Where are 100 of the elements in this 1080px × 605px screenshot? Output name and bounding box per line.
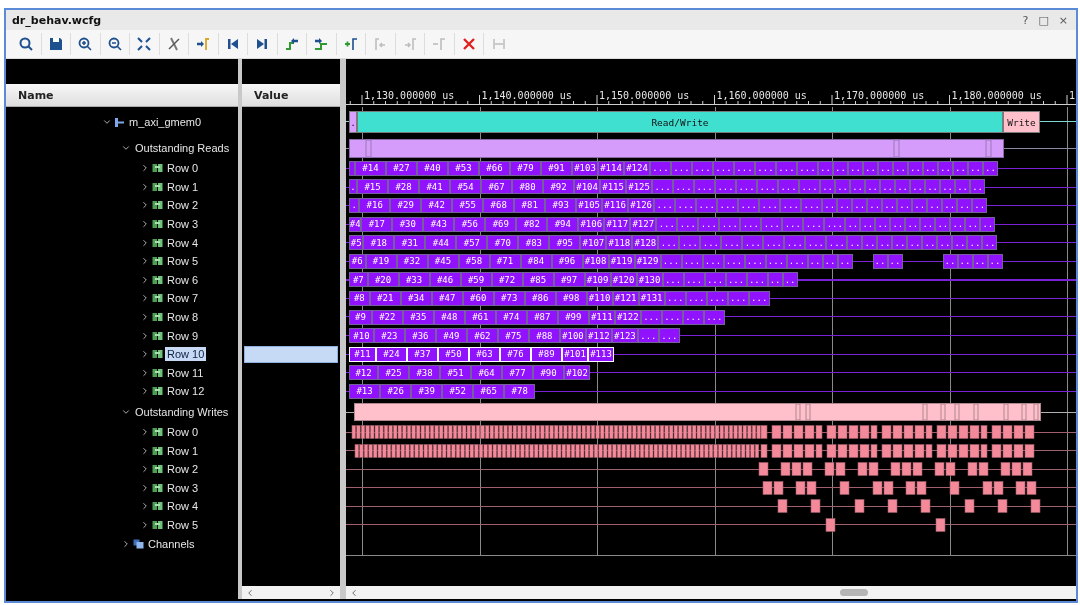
chevron-right-icon[interactable] (140, 501, 150, 512)
transaction-segment: .. (935, 216, 951, 232)
group-icon (152, 330, 163, 341)
tree-item-label[interactable]: Row 6 (165, 272, 201, 287)
window-control[interactable]: × (1056, 13, 1070, 27)
transaction-segment: #35 (402, 309, 434, 325)
transaction-segment: .. (955, 179, 971, 195)
transaction-segment: ... (723, 253, 745, 269)
group-icon (152, 163, 163, 174)
transaction-segment: .. (968, 160, 983, 176)
transaction-segment: .. (912, 198, 928, 213)
tree-item-label[interactable]: Row 2 (165, 198, 201, 213)
tree-item-label[interactable]: Row 9 (165, 328, 201, 343)
remove-marker-icon (431, 36, 448, 52)
transaction-segment: ... (782, 216, 804, 232)
chevron-right-icon[interactable] (140, 482, 150, 493)
transaction-segment: ... (673, 179, 695, 195)
transaction-segment: #24 (376, 346, 407, 362)
transaction-segment: ... (717, 198, 739, 213)
tree-item-label[interactable]: m_axi_gmem0 (127, 115, 204, 129)
chevron-right-icon[interactable] (140, 464, 150, 475)
transaction-segment: #25 (378, 365, 410, 381)
transaction-segment: #119 (608, 253, 635, 269)
transaction-segment: #123 (611, 328, 638, 344)
transaction-segment: #117 (604, 216, 631, 232)
tree-item-label[interactable]: Outstanding Writes (133, 404, 231, 419)
tree-item-label[interactable]: Row 1 (165, 179, 201, 194)
transaction-segment: . (349, 179, 358, 195)
transaction-segment: ... (719, 216, 741, 232)
transaction-segment: #45 (427, 253, 459, 269)
transaction-segment: #27 (386, 160, 417, 176)
transaction-segment: #63 (469, 346, 500, 362)
transaction-segment: #121 (612, 290, 639, 306)
chevron-right-icon[interactable] (140, 219, 150, 230)
transaction-segment: .. (965, 216, 981, 232)
tree-item-label[interactable]: Row 11 (165, 365, 206, 380)
tree-item-label[interactable]: Row 3 (165, 217, 201, 232)
group-icon (152, 274, 163, 285)
chevron-right-icon[interactable] (140, 237, 150, 248)
chevron-right-icon[interactable] (140, 274, 150, 285)
chevron-right-icon[interactable] (140, 200, 150, 211)
tree-item-label[interactable]: Channels (146, 536, 197, 551)
tree-item-label[interactable]: Row 4 (165, 235, 201, 250)
tree-item-label[interactable]: Row 5 (165, 518, 201, 532)
window-title: dr_behav.wcfg (12, 13, 102, 27)
chevron-down-icon[interactable] (121, 143, 131, 153)
transaction-segment: .. (882, 198, 898, 213)
tree-item-label[interactable]: Row 8 (165, 310, 201, 325)
chevron-down-icon[interactable] (102, 117, 112, 127)
chevron-right-icon[interactable] (140, 520, 150, 530)
chevron-right-icon[interactable] (140, 367, 150, 378)
transaction-segment: .. (980, 216, 996, 232)
chevron-right-icon[interactable] (140, 293, 150, 304)
chevron-right-icon[interactable] (121, 538, 131, 549)
transaction-segment: #52 (442, 383, 474, 399)
transaction-segment: ... (658, 328, 680, 344)
transaction-segment: #91 (541, 160, 572, 176)
chevron-right-icon[interactable] (140, 349, 150, 360)
transaction-segment: ... (656, 216, 678, 232)
tree-item-label[interactable]: Row 7 (165, 291, 201, 306)
transaction-segment: #120 (610, 272, 637, 288)
tree-item-label[interactable]: Row 2 (165, 462, 201, 477)
chevron-right-icon[interactable] (140, 256, 150, 267)
transaction-segment: #47 (431, 290, 463, 306)
tree-item-label[interactable]: Row 4 (165, 499, 201, 514)
tree-item-label[interactable]: Row 1 (165, 443, 201, 458)
tree-item-label[interactable]: Row 0 (165, 425, 201, 439)
group-icon (152, 520, 163, 530)
scroll-left-icon[interactable] (245, 587, 255, 598)
tree-item-label[interactable]: Row 0 (165, 161, 201, 176)
scrollbar-thumb[interactable] (840, 589, 868, 596)
tree-item-label[interactable]: Row 3 (165, 480, 201, 495)
transaction-segment: ... (675, 198, 697, 213)
transaction-segment: #5 (349, 235, 364, 251)
transaction-segment: ... (740, 216, 762, 232)
tree-item-label[interactable]: Row 10 (165, 347, 207, 362)
tree-item-label[interactable]: Row 5 (165, 254, 201, 269)
transaction-segment: ... (780, 198, 802, 213)
scroll-left-icon[interactable] (349, 587, 359, 598)
chevron-right-icon[interactable] (140, 163, 150, 174)
transaction-segment: #76 (500, 346, 531, 362)
transaction-segment: #99 (557, 309, 589, 325)
transaction-segment: .. (875, 216, 891, 232)
group-icon (152, 312, 163, 323)
chevron-right-icon[interactable] (140, 386, 150, 397)
tree-item-label[interactable]: Row 12 (165, 384, 207, 399)
chevron-right-icon[interactable] (140, 427, 150, 437)
chevron-right-icon[interactable] (140, 445, 150, 456)
scroll-right-icon[interactable] (327, 587, 337, 598)
tree-item-label[interactable]: Outstanding Reads (133, 141, 232, 155)
chevron-right-icon[interactable] (140, 181, 150, 192)
group-icon (152, 501, 163, 512)
transaction-segment: #17 (361, 216, 393, 232)
window-control[interactable]: □ (1036, 13, 1051, 27)
window-control[interactable]: ? (1020, 13, 1031, 27)
selected-value-cell[interactable] (244, 345, 338, 363)
column-header[interactable]: Name (6, 84, 238, 107)
chevron-right-icon[interactable] (140, 312, 150, 323)
chevron-right-icon[interactable] (140, 330, 150, 341)
column-header[interactable]: Value (242, 84, 340, 107)
